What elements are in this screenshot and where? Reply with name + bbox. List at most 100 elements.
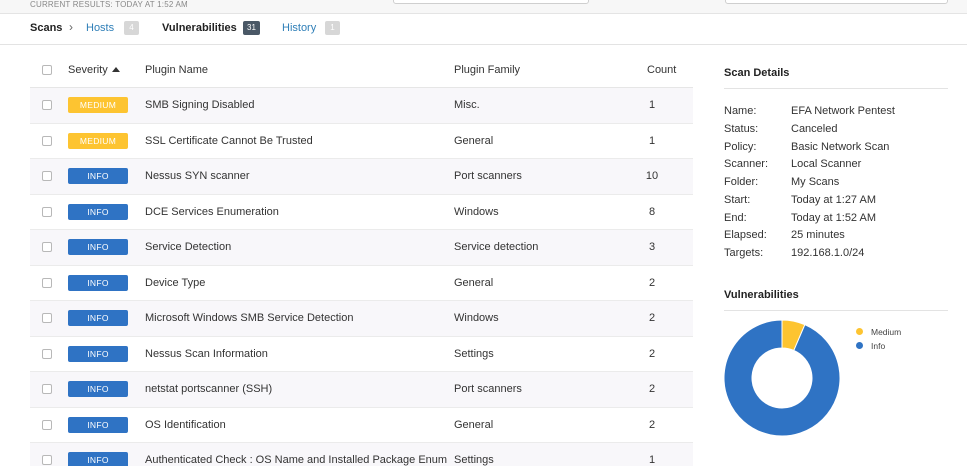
plugin-family: Settings: [454, 454, 494, 466]
plugin-name[interactable]: SMB Signing Disabled: [145, 99, 254, 111]
plugin-name[interactable]: Nessus SYN scanner: [145, 170, 250, 182]
plugin-family: General: [454, 134, 494, 147]
chart-legend: Medium Info: [856, 326, 901, 354]
plugin-name[interactable]: Microsoft Windows SMB Service Detection: [145, 312, 353, 324]
vulnerabilities-donut-chart: [723, 319, 841, 437]
scan-details-list: Name: EFA Network Pentest Status: Canceled P…: [724, 105, 948, 265]
severity-badge: MEDIUM: [68, 132, 128, 149]
plugin-family: Service detection: [454, 241, 539, 253]
tab-hosts[interactable]: Hosts: [86, 22, 114, 34]
table-row[interactable]: INFO Nessus Scan Information Settings 2: [30, 337, 693, 372]
scan-details-panel: Scan Details Name: EFA Network Pentest Sta…: [724, 67, 948, 265]
row-checkbox[interactable]: [42, 100, 52, 110]
scan-detail-label: Policy:: [724, 140, 757, 153]
column-header-count[interactable]: Count: [647, 64, 676, 76]
plugin-family: Settings: [454, 347, 494, 360]
row-checkbox[interactable]: [42, 348, 52, 359]
table-header: Severity Plugin Name Plugin Family Count: [30, 52, 693, 88]
scan-detail-row: Folder: My Scans: [724, 176, 948, 194]
table-row[interactable]: INFO OS Identification General 2: [30, 408, 693, 443]
scan-detail-value: 25 minutes: [791, 229, 845, 242]
sort-ascending-icon: [111, 67, 120, 72]
scan-details-title: Scan Details: [724, 67, 948, 89]
table-row[interactable]: INFO Device Type General 2: [30, 266, 693, 301]
donut-slice-info[interactable]: [723, 319, 841, 437]
plugin-count: 8: [648, 205, 656, 218]
scan-detail-value: EFA Network Pentest: [791, 105, 895, 117]
select-all-checkbox[interactable]: [42, 65, 52, 75]
tab-scans[interactable]: Scans: [30, 22, 62, 34]
severity-badge: MEDIUM: [68, 97, 128, 113]
table-row[interactable]: INFO Nessus SYN scanner Port scanners 10: [30, 159, 693, 195]
row-checkbox[interactable]: [42, 455, 52, 465]
table-row[interactable]: INFO Microsoft Windows SMB Service Detect…: [30, 301, 693, 337]
table-row[interactable]: INFO Service Detection Service detection 3: [30, 230, 693, 266]
plugin-name[interactable]: SSL Certificate Cannot Be Trusted: [145, 135, 313, 147]
scan-detail-row: End: Today at 1:52 AM: [724, 212, 948, 230]
row-checkbox[interactable]: [42, 419, 52, 430]
scan-detail-label: Scanner:: [724, 158, 769, 171]
column-header-plugin-name[interactable]: Plugin Name: [145, 64, 208, 76]
scan-detail-value: Today at 1:52 AM: [791, 211, 876, 224]
scan-detail-value: 192.168.1.0/24: [791, 247, 865, 259]
legend-item-medium[interactable]: Medium: [856, 326, 901, 340]
plugin-count: 10: [645, 170, 659, 182]
plugin-family: General: [454, 418, 494, 431]
scan-detail-value: Canceled: [791, 122, 838, 135]
history-count-badge: 1: [325, 21, 340, 35]
scan-detail-row: Start: Today at 1:27 AM: [724, 194, 948, 212]
scan-detail-label: Status:: [724, 122, 759, 135]
plugin-count: 2: [648, 418, 656, 431]
row-checkbox[interactable]: [42, 171, 52, 181]
table-row[interactable]: INFO DCE Services Enumeration Windows 8: [30, 195, 693, 230]
plugin-count: 1: [648, 99, 656, 111]
plugin-name[interactable]: Service Detection: [145, 241, 231, 253]
legend-item-info[interactable]: Info: [856, 340, 901, 354]
plugin-family: Windows: [454, 312, 499, 324]
tab-vulnerabilities[interactable]: Vulnerabilities: [162, 22, 237, 34]
scan-detail-label: Start:: [724, 193, 751, 206]
plugin-name[interactable]: DCE Services Enumeration: [145, 206, 279, 218]
plugin-count: 2: [648, 383, 656, 395]
toolbar-box-right[interactable]: [725, 0, 948, 4]
table-row[interactable]: MEDIUM SMB Signing Disabled Misc. 1: [30, 88, 693, 124]
scan-detail-row: Status: Canceled: [724, 123, 948, 141]
toolbar-box-left[interactable]: [393, 0, 589, 4]
tab-history[interactable]: History: [282, 22, 316, 34]
vulnerabilities-count-badge: 31: [243, 21, 260, 35]
plugin-name[interactable]: netstat portscanner (SSH): [145, 383, 272, 395]
plugin-family: Windows: [454, 205, 499, 218]
plugin-count: 1: [648, 454, 656, 466]
column-header-plugin-family[interactable]: Plugin Family: [454, 64, 520, 76]
plugin-family: General: [454, 276, 494, 289]
scan-detail-value: My Scans: [791, 176, 840, 188]
scan-detail-value: Basic Network Scan: [791, 140, 890, 153]
plugin-name[interactable]: Authenticated Check : OS Name and Instal…: [145, 454, 447, 466]
row-checkbox[interactable]: [42, 206, 52, 217]
vulnerabilities-chart: Medium Info: [723, 319, 948, 450]
table-row[interactable]: MEDIUM SSL Certificate Cannot Be Trusted G…: [30, 124, 693, 159]
severity-badge: INFO: [68, 416, 128, 433]
severity-badge: INFO: [68, 239, 128, 255]
row-checkbox[interactable]: [42, 277, 52, 288]
row-checkbox[interactable]: [42, 313, 52, 323]
severity-badge: INFO: [68, 168, 128, 184]
column-header-severity[interactable]: Severity: [68, 64, 120, 76]
row-checkbox[interactable]: [42, 242, 52, 252]
nessus-scan-results-page: CURRENT RESULTS: TODAY AT 1:52 AM Scans …: [0, 0, 967, 466]
legend-label: Info: [871, 341, 886, 351]
row-checkbox[interactable]: [42, 384, 52, 394]
row-checkbox[interactable]: [42, 135, 52, 146]
scan-detail-row: Targets: 192.168.1.0/24: [724, 247, 948, 265]
table-row[interactable]: INFO netstat portscanner (SSH) Port scanne…: [30, 372, 693, 408]
severity-badge: INFO: [68, 310, 128, 326]
plugin-name[interactable]: Device Type: [145, 277, 205, 289]
scan-detail-label: End:: [724, 211, 747, 224]
scan-detail-label: Name:: [724, 105, 757, 117]
column-header-severity-label: Severity: [68, 64, 108, 76]
plugin-name[interactable]: Nessus Scan Information: [145, 348, 268, 360]
plugin-name[interactable]: OS Identification: [145, 419, 226, 431]
vulnerabilities-table: Severity Plugin Name Plugin Family Count…: [30, 52, 693, 466]
plugin-count: 2: [648, 312, 656, 324]
table-row[interactable]: INFO Authenticated Check : OS Name and In…: [30, 443, 693, 466]
